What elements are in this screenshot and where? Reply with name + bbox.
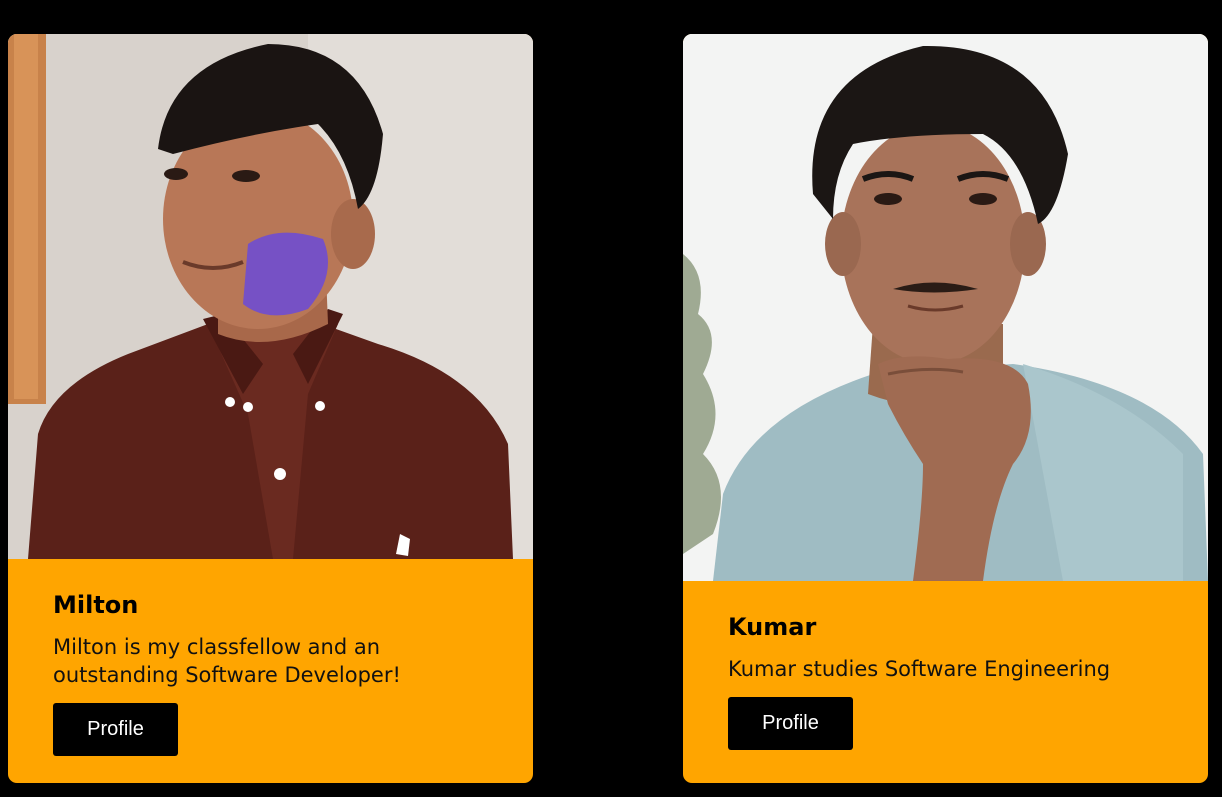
card-name: Milton — [53, 591, 139, 619]
portrait-image — [8, 34, 533, 559]
profile-card-kumar: Kumar Kumar studies Software Engineering… — [683, 34, 1208, 783]
profile-photo-milton — [8, 34, 533, 559]
page: Milton Milton is my classfellow and an o… — [0, 0, 1222, 797]
card-description: Milton is my classfellow and an outstand… — [53, 635, 401, 687]
portrait-image — [683, 34, 1208, 581]
profile-card-milton: Milton Milton is my classfellow and an o… — [8, 34, 533, 783]
profile-photo-kumar — [683, 34, 1208, 581]
profile-button-kumar[interactable]: Profile — [728, 697, 853, 750]
card-description: Kumar studies Software Engineering — [728, 657, 1111, 681]
card-name: Kumar — [728, 613, 817, 641]
profile-button-milton[interactable]: Profile — [53, 703, 178, 756]
card-body-milton: Milton Milton is my classfellow and an o… — [8, 559, 533, 783]
card-body-kumar: Kumar Kumar studies Software Engineering… — [683, 581, 1208, 783]
